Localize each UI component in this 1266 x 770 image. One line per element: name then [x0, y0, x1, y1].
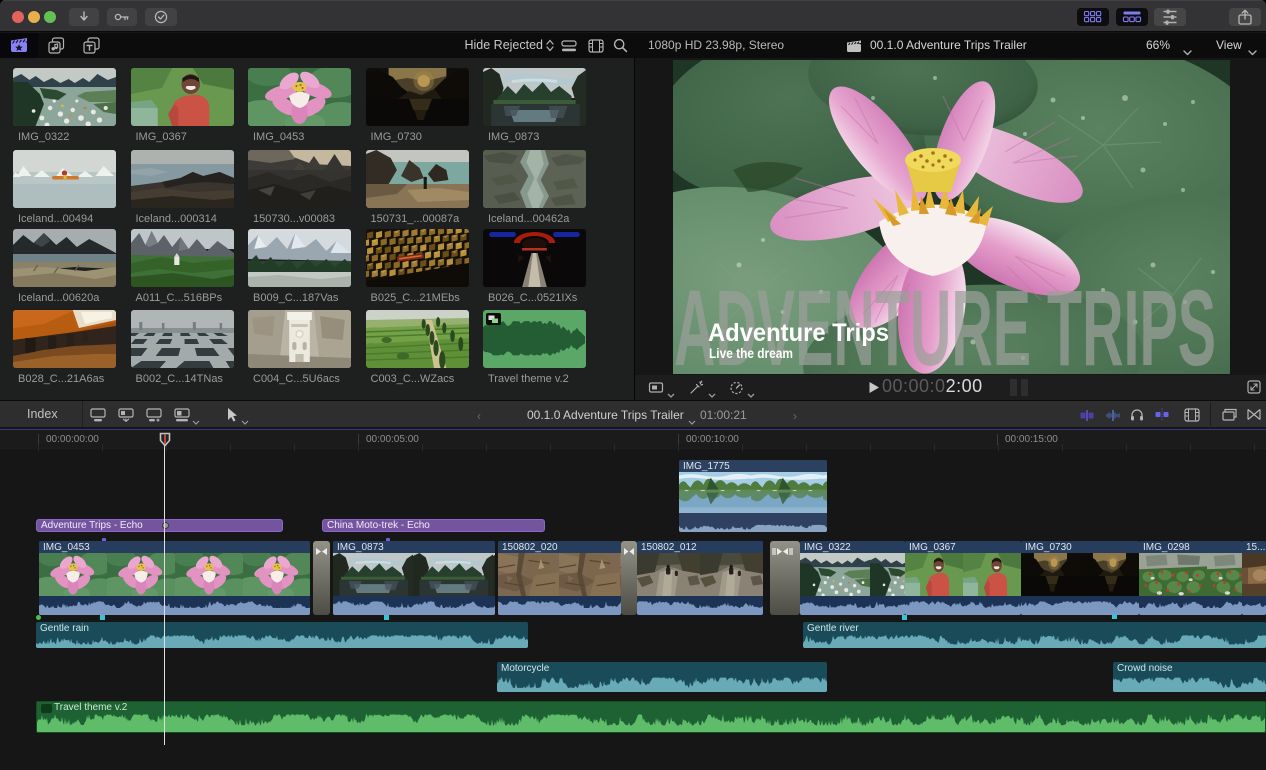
- svg-text:Live the dream: Live the dream: [709, 346, 793, 361]
- svg-text:Adventure Trips: Adventure Trips: [708, 319, 889, 347]
